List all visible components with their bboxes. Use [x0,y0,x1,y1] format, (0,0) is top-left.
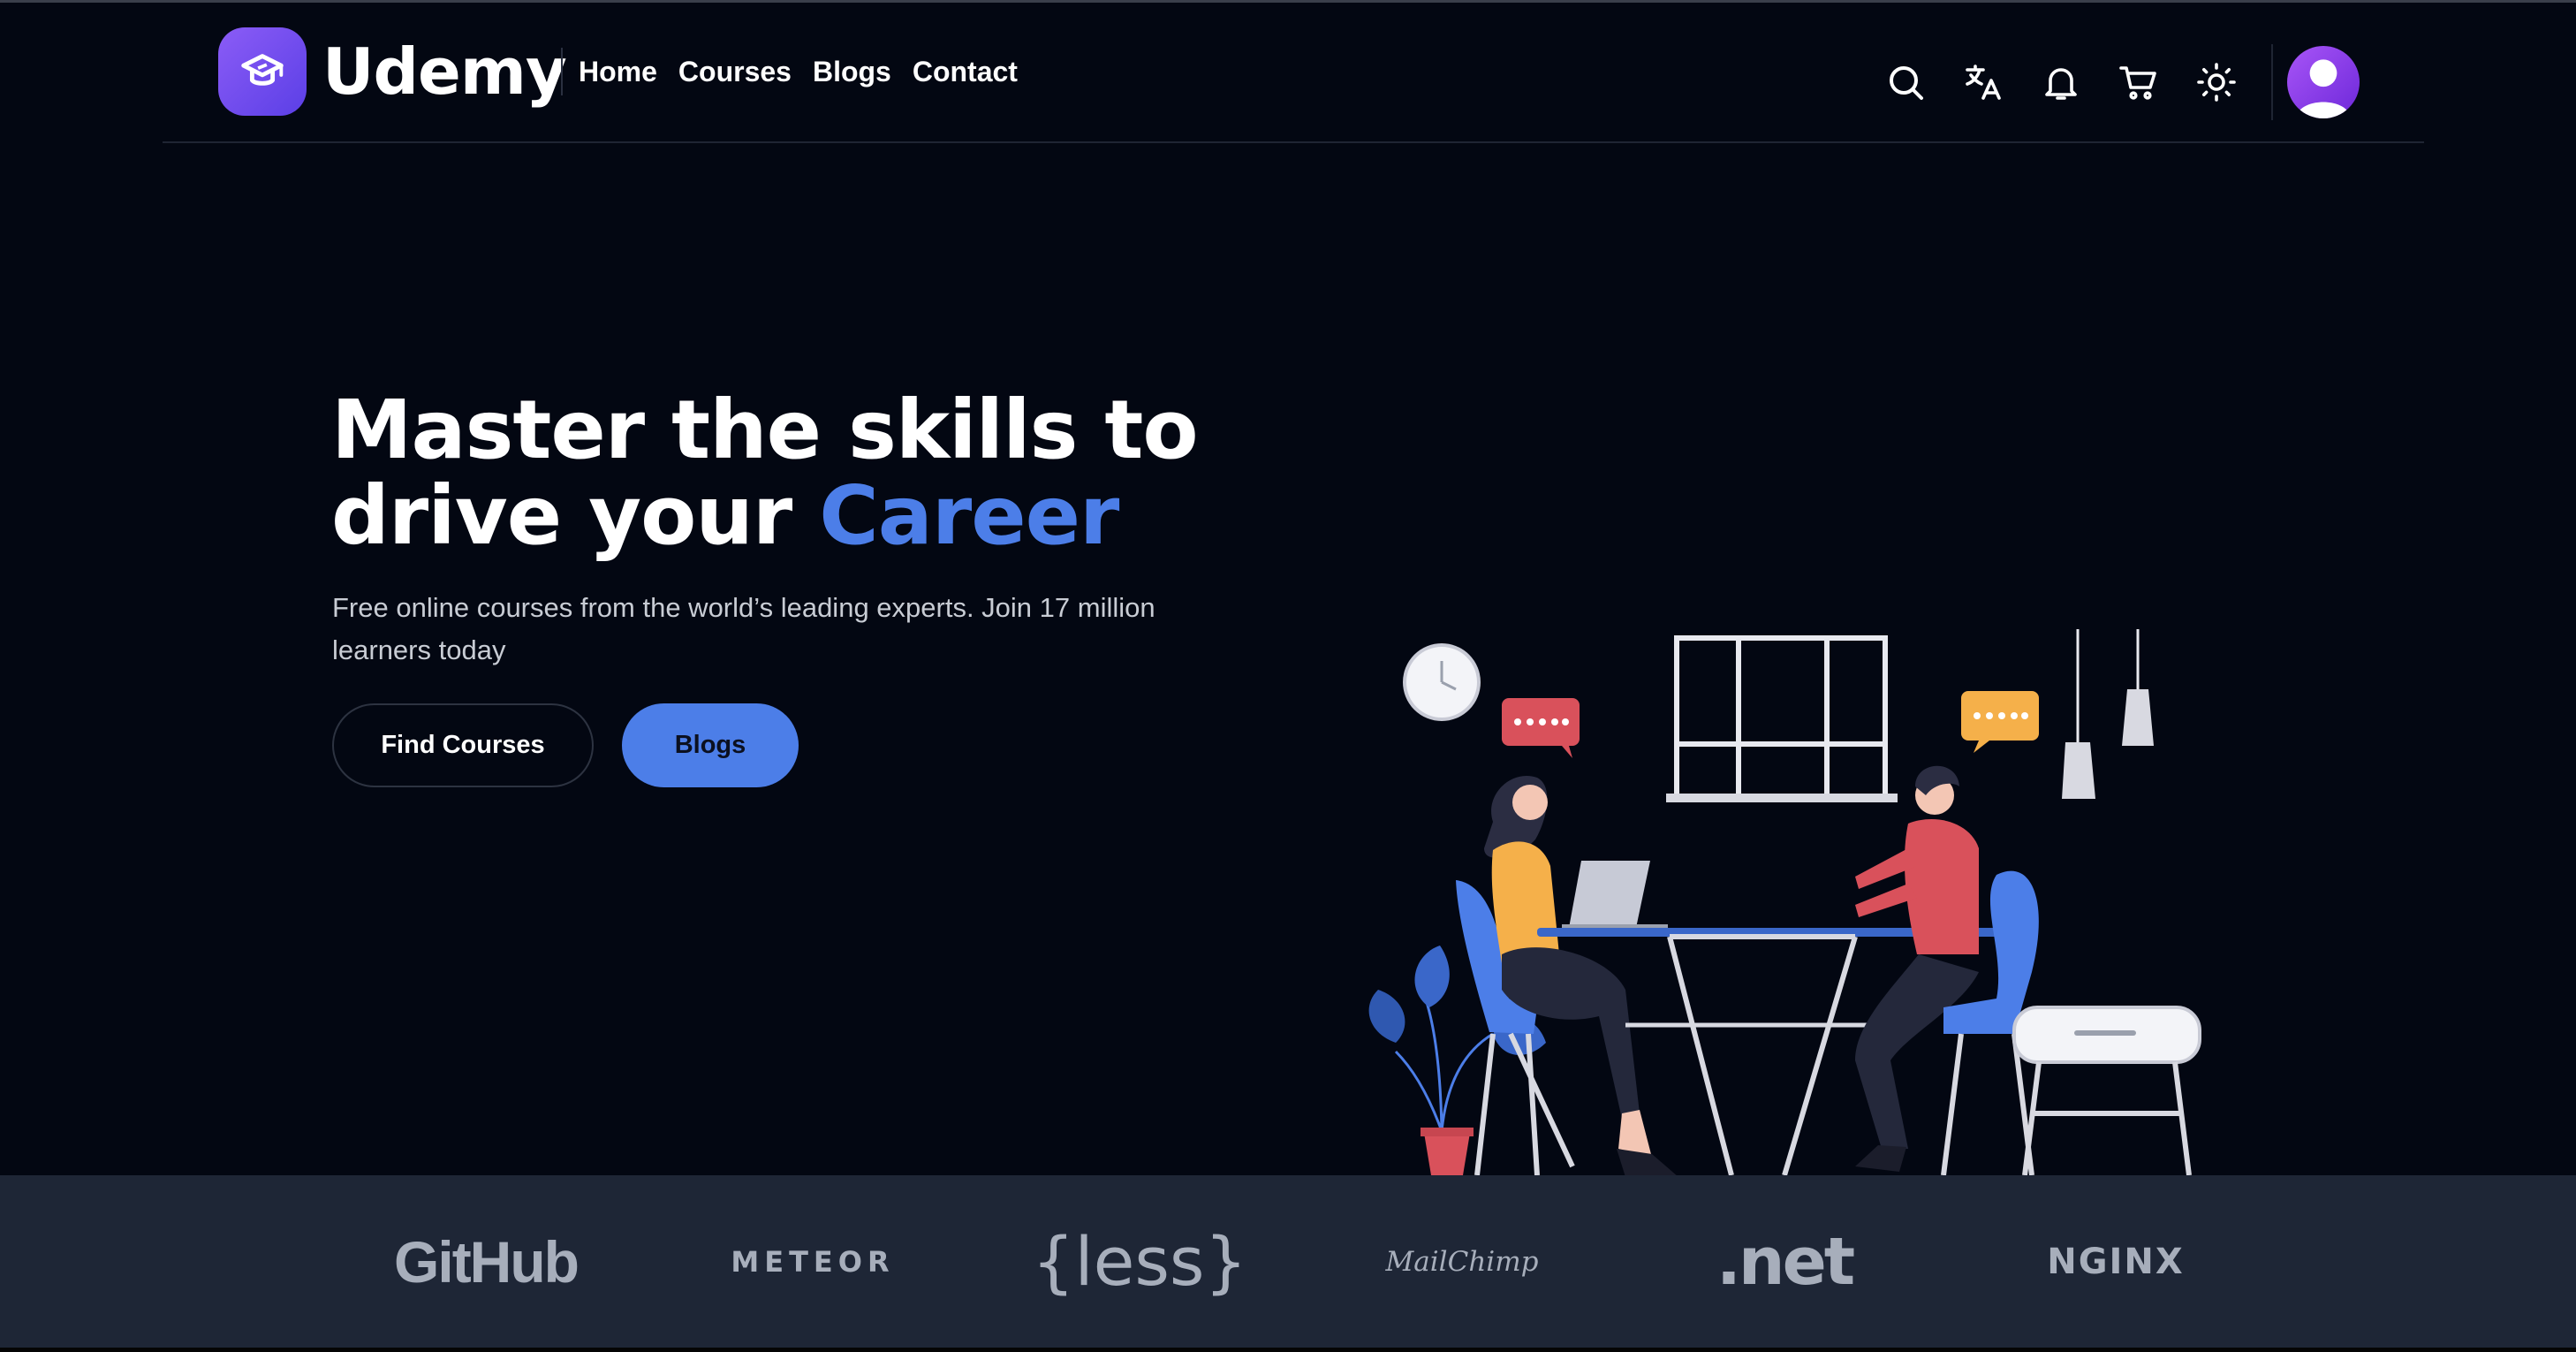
mailchimp-logo: MailChimp [1385,1245,1539,1278]
hero-illustration [1360,619,2217,1177]
hero-title: Master the skills to drive your Career [331,387,1215,558]
hero-subtitle: Free online courses from the world’s lea… [332,592,1155,665]
chat-bubble-red-icon [1502,698,1580,758]
chat-bubble-yellow-icon [1961,691,2039,753]
github-logo: GitHub [394,1228,580,1295]
dotnet-logo: .net [1716,1223,1855,1300]
nav-link-home[interactable]: Home [579,51,657,92]
woman-figure [1484,776,1678,1177]
bell-icon[interactable] [2034,56,2087,109]
nav-link-contact[interactable]: Contact [913,51,1018,92]
find-courses-button[interactable]: Find Courses [332,703,594,787]
blogs-button[interactable]: Blogs [622,703,799,787]
brand-name: Udemy [322,34,567,109]
laptop-icon [1562,861,1668,931]
translate-icon[interactable] [1957,56,2010,109]
cart-icon[interactable] [2112,56,2165,109]
less-logo: {less} [1032,1222,1247,1301]
man-figure [1855,765,1979,1172]
meteor-logo: METEOR [731,1244,895,1279]
side-table [2012,1006,2201,1176]
graduation-cap-logo-icon [218,27,307,116]
nav-divider [561,48,563,95]
hero-title-accent: Career [819,468,1119,563]
hanging-lamps [2062,629,2154,799]
nginx-logo: NGINX [2047,1241,2185,1282]
partner-logos: GitHub METEOR {less} MailChimp .net NGIN… [0,1175,2576,1348]
wall-clock-icon [1403,643,1481,721]
window-bottom-border [0,1348,2576,1352]
nav-link-blogs[interactable]: Blogs [813,51,891,92]
main-nav: Home Courses Blogs Contact [579,51,1018,92]
search-icon[interactable] [1879,56,1932,109]
actions-divider [2271,44,2273,120]
hero-title-line1: Master the skills to [331,383,1199,477]
hero-title-line2: drive your [331,468,820,563]
nav-link-courses[interactable]: Courses [678,51,792,92]
brand[interactable]: Udemy [218,27,567,116]
sun-icon[interactable] [2190,56,2243,109]
navbar: Udemy Home Courses Blogs Contact [163,0,2424,143]
nav-actions [1879,44,2360,120]
user-avatar-icon[interactable] [2287,46,2360,118]
window-frame [1674,635,1888,800]
